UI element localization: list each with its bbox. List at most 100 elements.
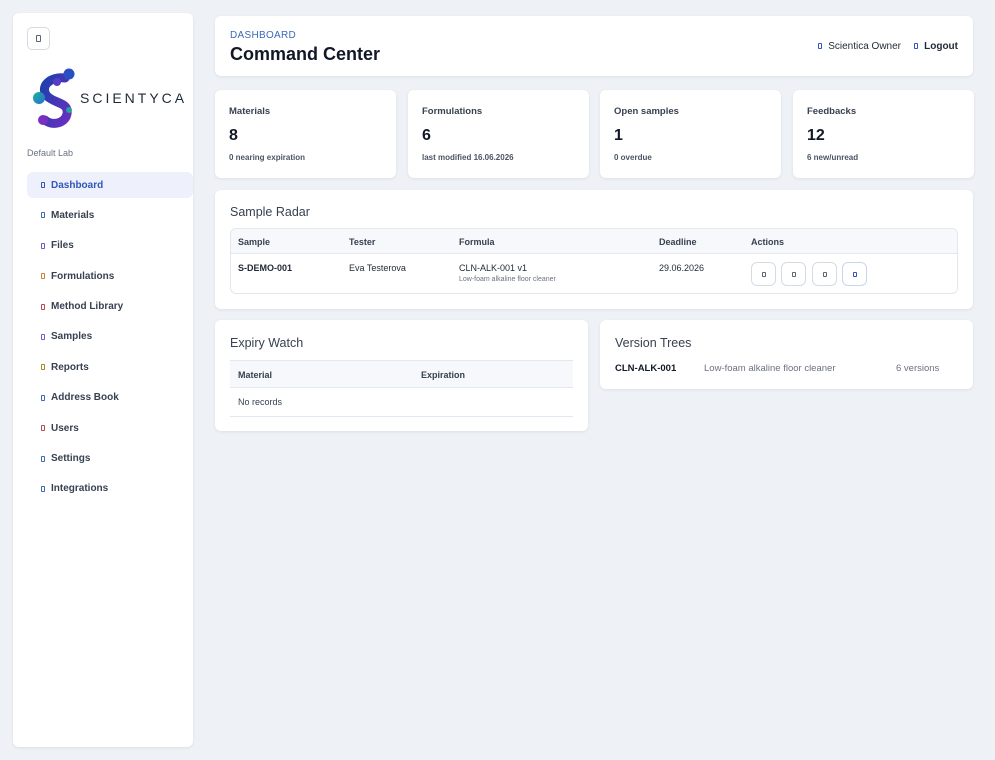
expiry-watch-title: Expiry Watch [230, 336, 304, 350]
lab-name: Default Lab [27, 148, 74, 158]
sidebar: SCIENTYCA Default Lab Dashboard Material… [13, 13, 193, 747]
version-count: 6 versions [896, 363, 940, 374]
page-eyebrow: DASHBOARD [230, 30, 297, 41]
stat-value: 12 [807, 127, 825, 144]
sidebar-item-label: Users [51, 422, 79, 434]
sidebar-item-integrations[interactable]: Integrations [27, 476, 193, 502]
user-name: Scientica Owner [828, 41, 901, 52]
logout-label: Logout [924, 41, 958, 52]
sidebar-item-label: Reports [51, 361, 89, 373]
sidebar-item-label: Integrations [51, 483, 109, 495]
vial-icon [41, 333, 45, 340]
sample-radar-table: Sample Tester Formula Deadline Actions S… [230, 228, 958, 294]
tester-name: Eva Testerova [349, 263, 406, 273]
sidebar-item-label: Materials [51, 209, 95, 221]
table-header: Sample Tester Formula Deadline Actions [231, 229, 957, 254]
menu-icon [36, 35, 41, 42]
copy-icon [822, 271, 827, 277]
expiry-watch-panel: Expiry Watch Material Expiration No reco… [215, 320, 588, 431]
formula-code[interactable]: CLN-ALK-001 [615, 363, 676, 374]
sidebar-item-files[interactable]: Files [27, 233, 193, 259]
sidebar-item-dashboard[interactable]: Dashboard [27, 172, 193, 198]
table-header: Material Expiration [230, 361, 573, 388]
stat-subtext: 0 overdue [614, 153, 652, 162]
version-trees-panel: Version Trees CLN-ALK-001 Low-foam alkal… [600, 320, 973, 389]
deadline-date: 29.06.2026 [659, 263, 705, 273]
feedback-icon [852, 271, 857, 277]
page-title: Command Center [230, 44, 381, 64]
stat-subtext: last modified 16.06.2026 [422, 153, 514, 162]
sidebar-toggle-button[interactable] [27, 27, 50, 50]
column-header-material: Material [238, 370, 273, 380]
sidebar-item-label: Settings [51, 453, 91, 465]
column-header-expiration: Expiration [421, 370, 466, 380]
sidebar-item-method-library[interactable]: Method Library [27, 294, 193, 320]
sidebar-item-users[interactable]: Users [27, 415, 193, 441]
view-icon [761, 271, 766, 277]
logout-button[interactable]: Logout [914, 41, 958, 52]
brand-name: SCIENTYCA [80, 90, 188, 106]
stat-subtext: 6 new/unread [807, 153, 859, 162]
gear-icon [41, 455, 45, 462]
column-header-tester: Tester [349, 237, 376, 247]
sidebar-item-settings[interactable]: Settings [27, 446, 193, 472]
page-header: DASHBOARD Command Center Scientica Owner… [215, 16, 973, 76]
stat-card-feedbacks[interactable]: Feedbacks 12 6 new/unread [793, 90, 974, 178]
formula-name[interactable]: CLN-ALK-001 v1 [459, 263, 527, 273]
sidebar-item-label: Dashboard [51, 179, 104, 191]
stat-label: Materials [229, 106, 271, 117]
stat-value: 1 [614, 127, 623, 144]
formula-description: Low-foam alkaline floor cleaner [704, 363, 836, 374]
column-header-sample: Sample [238, 237, 271, 247]
version-trees-title: Version Trees [615, 336, 692, 350]
stat-value: 6 [422, 127, 431, 144]
column-header-formula: Formula [459, 237, 495, 247]
stat-card-materials[interactable]: Materials 8 0 nearing expiration [215, 90, 396, 178]
empty-state: No records [230, 388, 573, 416]
sample-radar-panel: Sample Radar Sample Tester Formula Deadl… [215, 190, 973, 309]
sidebar-item-samples[interactable]: Samples [27, 324, 193, 350]
sidebar-item-label: Method Library [51, 301, 124, 313]
sidebar-item-label: Formulations [51, 270, 115, 282]
stat-card-open-samples[interactable]: Open samples 1 0 overdue [600, 90, 781, 178]
logout-icon [914, 43, 919, 50]
address-book-icon [41, 394, 45, 401]
beaker-icon [41, 273, 45, 280]
stat-label: Open samples [614, 106, 679, 117]
sidebar-item-reports[interactable]: Reports [27, 354, 193, 380]
table-row[interactable]: S-DEMO-001 Eva Testerova CLN-ALK-001 v1 … [231, 254, 957, 293]
user-menu[interactable]: Scientica Owner [818, 41, 901, 52]
edit-icon [791, 271, 796, 277]
stat-value: 8 [229, 127, 238, 144]
user-icon [818, 43, 823, 50]
report-icon [41, 364, 45, 371]
plug-icon [41, 485, 45, 492]
view-sample-button[interactable] [751, 262, 776, 286]
sample-radar-title: Sample Radar [230, 205, 310, 219]
copy-sample-button[interactable] [812, 262, 837, 286]
sidebar-item-label: Samples [51, 331, 93, 343]
sidebar-nav: Dashboard Materials Files Formulations M… [27, 172, 193, 506]
expiry-table: Material Expiration No records [230, 360, 573, 417]
sidebar-item-formulations[interactable]: Formulations [27, 263, 193, 289]
stat-label: Formulations [422, 106, 483, 117]
formula-description: Low-foam alkaline floor cleaner [459, 276, 556, 283]
book-icon [41, 303, 45, 310]
sidebar-item-materials[interactable]: Materials [27, 202, 193, 228]
sidebar-item-label: Address Book [51, 392, 119, 404]
empty-state-text: No records [238, 397, 283, 407]
file-icon [41, 242, 45, 249]
column-header-actions: Actions [751, 237, 785, 247]
users-icon [41, 425, 45, 432]
flask-icon [41, 212, 45, 219]
dashboard-icon [41, 182, 45, 188]
sidebar-item-address-book[interactable]: Address Book [27, 385, 193, 411]
stat-label: Feedbacks [807, 106, 857, 117]
feedback-sample-button[interactable] [842, 262, 867, 286]
edit-sample-button[interactable] [781, 262, 806, 286]
stat-card-formulations[interactable]: Formulations 6 last modified 16.06.2026 [408, 90, 589, 178]
stat-subtext: 0 nearing expiration [229, 153, 306, 162]
sidebar-item-label: Files [51, 240, 74, 252]
sample-id[interactable]: S-DEMO-001 [238, 263, 292, 273]
column-header-deadline: Deadline [659, 237, 697, 247]
